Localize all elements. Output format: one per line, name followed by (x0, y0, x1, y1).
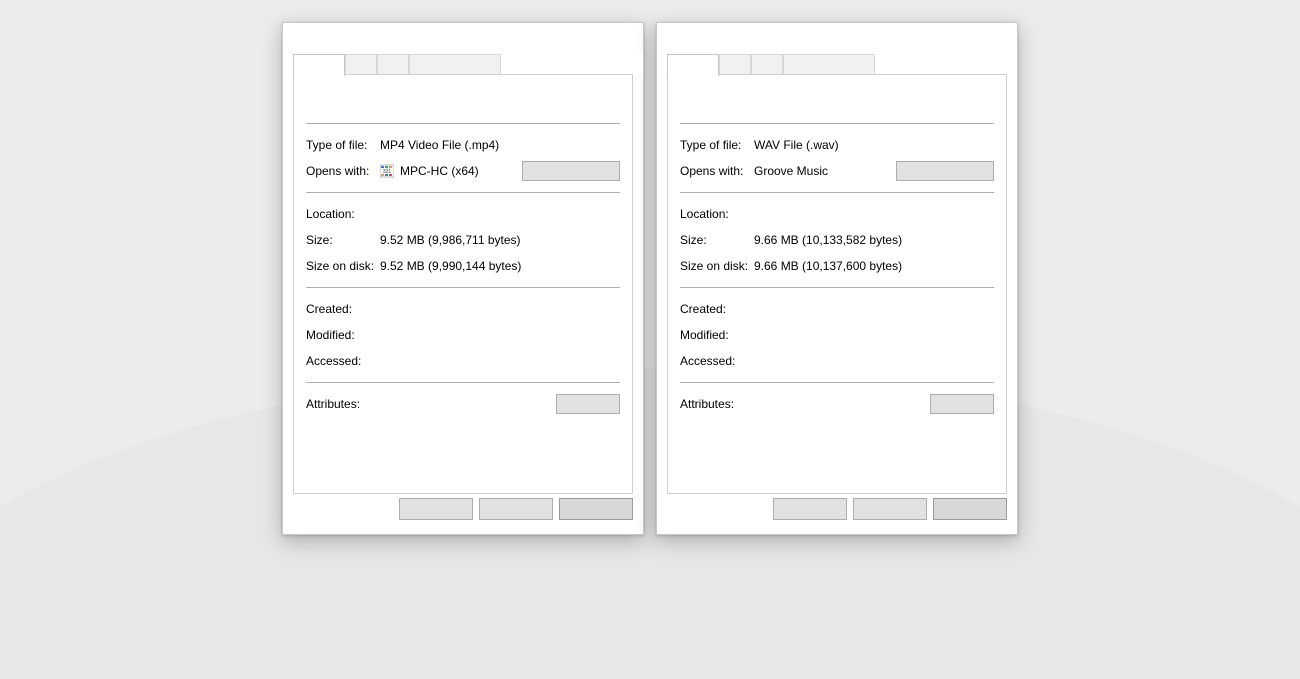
value-size: 9.52 MB (9,986,711 bytes) (380, 233, 620, 247)
tab-3[interactable] (377, 54, 409, 75)
change-opens-with-button[interactable] (522, 161, 620, 181)
change-opens-with-button[interactable] (896, 161, 994, 181)
value-opens-with: Groove Music (754, 164, 828, 178)
row-size: Size: 9.66 MB (10,133,582 bytes) (680, 227, 994, 253)
properties-dialog-wav: Type of file: WAV File (.wav) Opens with… (656, 22, 1018, 535)
dialog-footer (283, 494, 643, 534)
label-modified: Modified: (306, 328, 380, 342)
properties-dialog-mp4: Type of file: MP4 Video File (.mp4) Open… (282, 22, 644, 535)
tab-strip (283, 53, 643, 75)
label-type-of-file: Type of file: (680, 138, 754, 152)
label-type-of-file: Type of file: (306, 138, 380, 152)
label-opens-with: Opens with: (306, 164, 380, 178)
titlebar[interactable] (283, 23, 643, 53)
row-created: Created: (306, 296, 620, 322)
dialog-footer (657, 494, 1017, 534)
row-location: Location: (306, 201, 620, 227)
value-size-on-disk: 9.52 MB (9,990,144 bytes) (380, 259, 620, 273)
tab-general[interactable] (293, 54, 345, 76)
titlebar[interactable] (657, 23, 1017, 53)
row-modified: Modified: (306, 322, 620, 348)
value-type-of-file: MP4 Video File (.mp4) (380, 138, 620, 152)
tab-4[interactable] (409, 54, 501, 75)
row-created: Created: (680, 296, 994, 322)
row-opens-with: Opens with: Groove Music (680, 158, 994, 184)
cancel-button[interactable] (479, 498, 553, 520)
value-type-of-file: WAV File (.wav) (754, 138, 994, 152)
ok-button[interactable] (773, 498, 847, 520)
label-created: Created: (680, 302, 754, 316)
advanced-attributes-button[interactable] (556, 394, 620, 414)
label-size: Size: (680, 233, 754, 247)
dialogs-container: Type of file: MP4 Video File (.mp4) Open… (282, 22, 1018, 535)
tab-4[interactable] (783, 54, 875, 75)
row-attributes: Attributes: (306, 391, 620, 417)
label-accessed: Accessed: (680, 354, 754, 368)
row-modified: Modified: (680, 322, 994, 348)
label-opens-with: Opens with: (680, 164, 754, 178)
row-type-of-file: Type of file: WAV File (.wav) (680, 132, 994, 158)
value-opens-with: MPC-HC (x64) (400, 164, 479, 178)
apply-button[interactable] (933, 498, 1007, 520)
label-size: Size: (306, 233, 380, 247)
tab-2[interactable] (719, 54, 751, 75)
row-accessed: Accessed: (306, 348, 620, 374)
row-location: Location: (680, 201, 994, 227)
label-size-on-disk: Size on disk: (306, 259, 380, 273)
label-modified: Modified: (680, 328, 754, 342)
tab-strip (657, 53, 1017, 75)
row-size: Size: 9.52 MB (9,986,711 bytes) (306, 227, 620, 253)
row-attributes: Attributes: (680, 391, 994, 417)
row-accessed: Accessed: (680, 348, 994, 374)
ok-button[interactable] (399, 498, 473, 520)
row-size-on-disk: Size on disk: 9.66 MB (10,137,600 bytes) (680, 253, 994, 279)
label-created: Created: (306, 302, 380, 316)
advanced-attributes-button[interactable] (930, 394, 994, 414)
tab-panel-general: Type of file: MP4 Video File (.mp4) Open… (293, 75, 633, 494)
label-location: Location: (306, 207, 380, 221)
svg-text:321: 321 (383, 169, 392, 175)
tab-2[interactable] (345, 54, 377, 75)
apply-button[interactable] (559, 498, 633, 520)
label-attributes: Attributes: (680, 397, 754, 411)
label-size-on-disk: Size on disk: (680, 259, 754, 273)
row-opens-with: Opens with: 321 (306, 158, 620, 184)
row-type-of-file: Type of file: MP4 Video File (.mp4) (306, 132, 620, 158)
mpc-hc-icon: 321 (380, 164, 394, 178)
value-size-on-disk: 9.66 MB (10,137,600 bytes) (754, 259, 994, 273)
tab-3[interactable] (751, 54, 783, 75)
value-size: 9.66 MB (10,133,582 bytes) (754, 233, 994, 247)
tab-general[interactable] (667, 54, 719, 76)
label-location: Location: (680, 207, 754, 221)
label-attributes: Attributes: (306, 397, 380, 411)
cancel-button[interactable] (853, 498, 927, 520)
row-size-on-disk: Size on disk: 9.52 MB (9,990,144 bytes) (306, 253, 620, 279)
label-accessed: Accessed: (306, 354, 380, 368)
tab-panel-general: Type of file: WAV File (.wav) Opens with… (667, 75, 1007, 494)
